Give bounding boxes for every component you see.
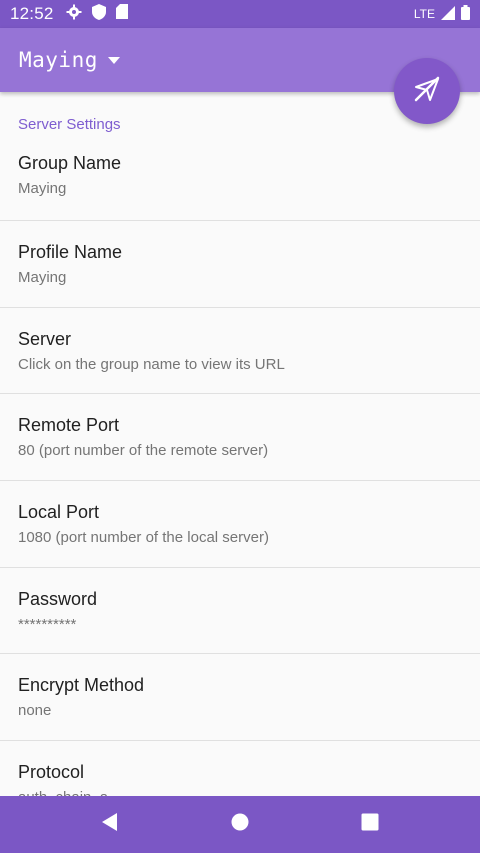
navigation-bar <box>0 796 480 853</box>
back-icon <box>101 812 119 837</box>
pref-title: Protocol <box>18 761 85 782</box>
settings-list: Server Settings Group Name Maying Profil… <box>0 92 480 796</box>
recents-button[interactable] <box>350 805 390 845</box>
pref-summary: Maying <box>18 268 67 286</box>
pref-remote-port[interactable]: Remote Port 80 (port number of the remot… <box>0 394 480 482</box>
profile-selector[interactable]: Maying <box>19 48 120 72</box>
signal-icon <box>441 5 455 23</box>
pref-server[interactable]: Server Click on the group name to view i… <box>0 308 480 395</box>
home-icon <box>231 813 249 836</box>
sd-card-icon <box>115 4 128 24</box>
pref-title: Local Port <box>18 501 100 522</box>
dropdown-arrow-icon <box>107 51 120 69</box>
pref-title: Password <box>18 588 98 609</box>
status-bar: 12:52 LTE <box>0 0 480 28</box>
connect-fab-button[interactable] <box>394 58 460 124</box>
status-icons-right: LTE <box>414 5 470 23</box>
pref-summary: none <box>18 702 52 720</box>
pref-title: Remote Port <box>18 415 120 436</box>
pref-summary: Maying <box>18 180 67 197</box>
pref-summary: ********** <box>18 615 77 633</box>
network-type: LTE <box>413 7 435 21</box>
pref-encrypt-method[interactable]: Encrypt Method none <box>0 654 480 742</box>
pref-protocol[interactable]: Protocol auth_chain_a <box>0 741 480 796</box>
pref-profile-name[interactable]: Profile Name Maying <box>0 221 480 308</box>
settings-icon <box>66 4 82 25</box>
back-button[interactable] <box>90 805 130 845</box>
pref-password[interactable]: Password ********** <box>0 568 480 655</box>
pref-title: Server <box>18 328 72 349</box>
pref-title: Profile Name <box>18 241 123 262</box>
pref-group-name[interactable]: Group Name Maying <box>0 130 480 221</box>
pref-summary: Click on the group name to view its URL <box>18 355 285 373</box>
app-title: Maying <box>19 48 98 72</box>
pref-summary: 1080 (port number of the local server) <box>18 528 269 546</box>
status-icons-left <box>66 3 128 25</box>
status-time: 12:52 <box>10 4 54 23</box>
pref-title: Encrypt Method <box>18 675 145 696</box>
pref-summary: 80 (port number of the remote server) <box>18 442 269 460</box>
disconnected-plane-icon <box>412 74 442 109</box>
pref-summary: auth_chain_a <box>18 789 462 796</box>
recents-icon <box>361 813 379 836</box>
battery-icon <box>461 5 470 23</box>
shield-icon <box>91 3 106 25</box>
pref-local-port[interactable]: Local Port 1080 (port number of the loca… <box>0 481 480 568</box>
pref-title: Group Name <box>18 153 122 173</box>
home-button[interactable] <box>220 805 260 845</box>
